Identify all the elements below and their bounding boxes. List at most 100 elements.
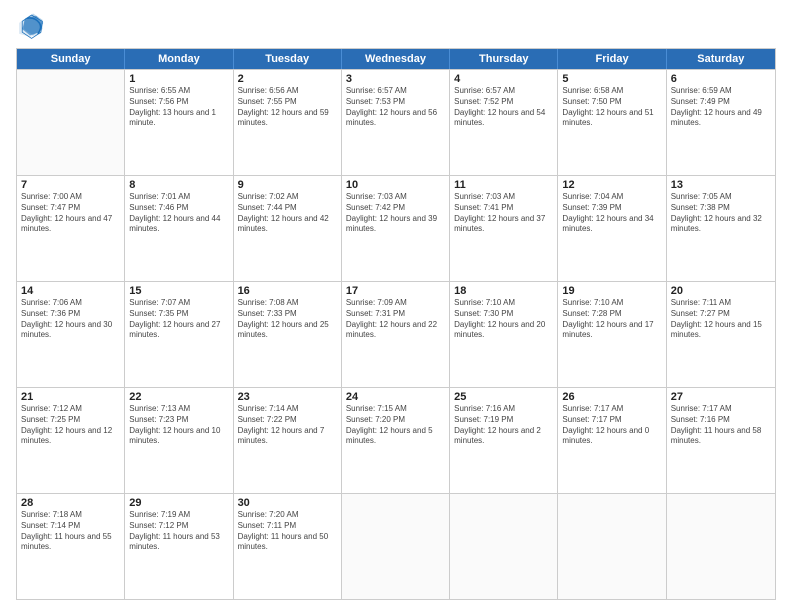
cell-info: Sunrise: 6:59 AM Sunset: 7:49 PM Dayligh…	[671, 86, 771, 129]
page: SundayMondayTuesdayWednesdayThursdayFrid…	[0, 0, 792, 612]
day-number: 30	[238, 497, 337, 509]
cell-info: Sunrise: 7:03 AM Sunset: 7:41 PM Dayligh…	[454, 192, 553, 235]
header	[16, 12, 776, 40]
cal-cell: 27Sunrise: 7:17 AM Sunset: 7:16 PM Dayli…	[667, 388, 775, 493]
cal-cell: 24Sunrise: 7:15 AM Sunset: 7:20 PM Dayli…	[342, 388, 450, 493]
day-number: 28	[21, 497, 120, 509]
day-number: 23	[238, 391, 337, 403]
cal-cell: 13Sunrise: 7:05 AM Sunset: 7:38 PM Dayli…	[667, 176, 775, 281]
cal-cell: 5Sunrise: 6:58 AM Sunset: 7:50 PM Daylig…	[558, 70, 666, 175]
cal-cell: 17Sunrise: 7:09 AM Sunset: 7:31 PM Dayli…	[342, 282, 450, 387]
cal-cell: 14Sunrise: 7:06 AM Sunset: 7:36 PM Dayli…	[17, 282, 125, 387]
logo-icon	[16, 12, 44, 40]
day-number: 8	[129, 179, 228, 191]
day-number: 27	[671, 391, 771, 403]
day-number: 24	[346, 391, 445, 403]
logo	[16, 12, 48, 40]
cell-info: Sunrise: 6:56 AM Sunset: 7:55 PM Dayligh…	[238, 86, 337, 129]
cell-info: Sunrise: 7:14 AM Sunset: 7:22 PM Dayligh…	[238, 404, 337, 447]
week-row-1: 7Sunrise: 7:00 AM Sunset: 7:47 PM Daylig…	[17, 175, 775, 281]
cell-info: Sunrise: 6:57 AM Sunset: 7:52 PM Dayligh…	[454, 86, 553, 129]
day-number: 7	[21, 179, 120, 191]
header-day-wednesday: Wednesday	[342, 49, 450, 69]
calendar: SundayMondayTuesdayWednesdayThursdayFrid…	[16, 48, 776, 600]
cal-cell	[667, 494, 775, 599]
cal-cell: 4Sunrise: 6:57 AM Sunset: 7:52 PM Daylig…	[450, 70, 558, 175]
cell-info: Sunrise: 7:12 AM Sunset: 7:25 PM Dayligh…	[21, 404, 120, 447]
week-row-3: 21Sunrise: 7:12 AM Sunset: 7:25 PM Dayli…	[17, 387, 775, 493]
cell-info: Sunrise: 7:08 AM Sunset: 7:33 PM Dayligh…	[238, 298, 337, 341]
cell-info: Sunrise: 6:57 AM Sunset: 7:53 PM Dayligh…	[346, 86, 445, 129]
cal-cell: 9Sunrise: 7:02 AM Sunset: 7:44 PM Daylig…	[234, 176, 342, 281]
cal-cell: 15Sunrise: 7:07 AM Sunset: 7:35 PM Dayli…	[125, 282, 233, 387]
day-number: 4	[454, 73, 553, 85]
day-number: 13	[671, 179, 771, 191]
cal-cell: 1Sunrise: 6:55 AM Sunset: 7:56 PM Daylig…	[125, 70, 233, 175]
day-number: 29	[129, 497, 228, 509]
day-number: 11	[454, 179, 553, 191]
cal-cell	[342, 494, 450, 599]
cell-info: Sunrise: 6:58 AM Sunset: 7:50 PM Dayligh…	[562, 86, 661, 129]
cal-cell: 19Sunrise: 7:10 AM Sunset: 7:28 PM Dayli…	[558, 282, 666, 387]
header-day-thursday: Thursday	[450, 49, 558, 69]
day-number: 26	[562, 391, 661, 403]
cell-info: Sunrise: 7:09 AM Sunset: 7:31 PM Dayligh…	[346, 298, 445, 341]
cal-cell: 2Sunrise: 6:56 AM Sunset: 7:55 PM Daylig…	[234, 70, 342, 175]
cal-cell: 21Sunrise: 7:12 AM Sunset: 7:25 PM Dayli…	[17, 388, 125, 493]
cal-cell: 12Sunrise: 7:04 AM Sunset: 7:39 PM Dayli…	[558, 176, 666, 281]
cell-info: Sunrise: 6:55 AM Sunset: 7:56 PM Dayligh…	[129, 86, 228, 129]
cal-cell: 10Sunrise: 7:03 AM Sunset: 7:42 PM Dayli…	[342, 176, 450, 281]
cell-info: Sunrise: 7:11 AM Sunset: 7:27 PM Dayligh…	[671, 298, 771, 341]
week-row-0: 1Sunrise: 6:55 AM Sunset: 7:56 PM Daylig…	[17, 69, 775, 175]
day-number: 22	[129, 391, 228, 403]
header-day-tuesday: Tuesday	[234, 49, 342, 69]
cell-info: Sunrise: 7:02 AM Sunset: 7:44 PM Dayligh…	[238, 192, 337, 235]
header-day-friday: Friday	[558, 49, 666, 69]
day-number: 2	[238, 73, 337, 85]
cell-info: Sunrise: 7:10 AM Sunset: 7:28 PM Dayligh…	[562, 298, 661, 341]
cal-cell: 8Sunrise: 7:01 AM Sunset: 7:46 PM Daylig…	[125, 176, 233, 281]
cal-cell: 23Sunrise: 7:14 AM Sunset: 7:22 PM Dayli…	[234, 388, 342, 493]
header-day-saturday: Saturday	[667, 49, 775, 69]
cal-cell: 30Sunrise: 7:20 AM Sunset: 7:11 PM Dayli…	[234, 494, 342, 599]
header-day-sunday: Sunday	[17, 49, 125, 69]
day-number: 1	[129, 73, 228, 85]
day-number: 16	[238, 285, 337, 297]
cal-cell: 26Sunrise: 7:17 AM Sunset: 7:17 PM Dayli…	[558, 388, 666, 493]
day-number: 15	[129, 285, 228, 297]
calendar-header: SundayMondayTuesdayWednesdayThursdayFrid…	[17, 49, 775, 69]
week-row-2: 14Sunrise: 7:06 AM Sunset: 7:36 PM Dayli…	[17, 281, 775, 387]
cell-info: Sunrise: 7:13 AM Sunset: 7:23 PM Dayligh…	[129, 404, 228, 447]
week-row-4: 28Sunrise: 7:18 AM Sunset: 7:14 PM Dayli…	[17, 493, 775, 599]
cell-info: Sunrise: 7:17 AM Sunset: 7:17 PM Dayligh…	[562, 404, 661, 447]
cal-cell: 11Sunrise: 7:03 AM Sunset: 7:41 PM Dayli…	[450, 176, 558, 281]
cell-info: Sunrise: 7:20 AM Sunset: 7:11 PM Dayligh…	[238, 510, 337, 553]
cell-info: Sunrise: 7:18 AM Sunset: 7:14 PM Dayligh…	[21, 510, 120, 553]
day-number: 20	[671, 285, 771, 297]
cal-cell: 28Sunrise: 7:18 AM Sunset: 7:14 PM Dayli…	[17, 494, 125, 599]
day-number: 25	[454, 391, 553, 403]
cal-cell: 25Sunrise: 7:16 AM Sunset: 7:19 PM Dayli…	[450, 388, 558, 493]
day-number: 6	[671, 73, 771, 85]
cal-cell: 20Sunrise: 7:11 AM Sunset: 7:27 PM Dayli…	[667, 282, 775, 387]
cal-cell	[450, 494, 558, 599]
day-number: 9	[238, 179, 337, 191]
cal-cell: 22Sunrise: 7:13 AM Sunset: 7:23 PM Dayli…	[125, 388, 233, 493]
cell-info: Sunrise: 7:19 AM Sunset: 7:12 PM Dayligh…	[129, 510, 228, 553]
day-number: 10	[346, 179, 445, 191]
cal-cell	[558, 494, 666, 599]
header-day-monday: Monday	[125, 49, 233, 69]
cell-info: Sunrise: 7:03 AM Sunset: 7:42 PM Dayligh…	[346, 192, 445, 235]
day-number: 17	[346, 285, 445, 297]
cal-cell: 18Sunrise: 7:10 AM Sunset: 7:30 PM Dayli…	[450, 282, 558, 387]
calendar-body: 1Sunrise: 6:55 AM Sunset: 7:56 PM Daylig…	[17, 69, 775, 599]
day-number: 3	[346, 73, 445, 85]
cal-cell: 7Sunrise: 7:00 AM Sunset: 7:47 PM Daylig…	[17, 176, 125, 281]
cell-info: Sunrise: 7:05 AM Sunset: 7:38 PM Dayligh…	[671, 192, 771, 235]
cell-info: Sunrise: 7:07 AM Sunset: 7:35 PM Dayligh…	[129, 298, 228, 341]
cal-cell	[17, 70, 125, 175]
day-number: 14	[21, 285, 120, 297]
cell-info: Sunrise: 7:01 AM Sunset: 7:46 PM Dayligh…	[129, 192, 228, 235]
cal-cell: 16Sunrise: 7:08 AM Sunset: 7:33 PM Dayli…	[234, 282, 342, 387]
cell-info: Sunrise: 7:17 AM Sunset: 7:16 PM Dayligh…	[671, 404, 771, 447]
